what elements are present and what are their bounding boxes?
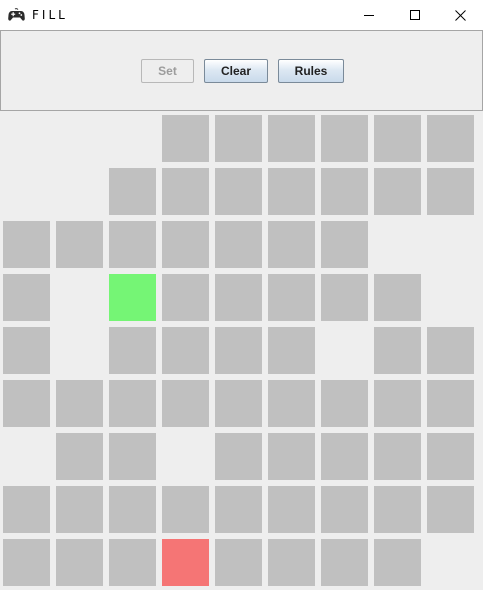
grid-cell-empty[interactable] <box>427 221 474 268</box>
grid-cell[interactable] <box>427 327 474 374</box>
grid-cell[interactable] <box>374 539 421 586</box>
title-bar: FILL <box>0 0 483 30</box>
grid-cell-empty[interactable] <box>56 274 103 321</box>
grid-cell[interactable] <box>56 221 103 268</box>
grid-cell[interactable] <box>109 539 156 586</box>
grid-cell[interactable] <box>215 380 262 427</box>
grid-cell[interactable] <box>321 168 368 215</box>
close-icon <box>454 9 466 21</box>
grid-cell-empty[interactable] <box>56 327 103 374</box>
grid-cell-end[interactable] <box>162 539 209 586</box>
grid-cell[interactable] <box>374 115 421 162</box>
grid-cell[interactable] <box>3 274 50 321</box>
grid-cell[interactable] <box>215 486 262 533</box>
grid-cell[interactable] <box>374 433 421 480</box>
grid-cell-empty[interactable] <box>56 168 103 215</box>
grid-cell[interactable] <box>427 168 474 215</box>
grid-cell[interactable] <box>268 115 315 162</box>
grid-cell[interactable] <box>56 486 103 533</box>
grid-cell[interactable] <box>374 274 421 321</box>
grid-cell[interactable] <box>427 486 474 533</box>
window-title: FILL <box>32 8 68 22</box>
grid-cell-empty[interactable] <box>3 433 50 480</box>
grid-cell[interactable] <box>427 433 474 480</box>
grid-cell[interactable] <box>215 168 262 215</box>
grid-cell[interactable] <box>3 539 50 586</box>
maximize-icon <box>410 10 420 20</box>
grid-cell[interactable] <box>374 486 421 533</box>
grid-cell[interactable] <box>427 380 474 427</box>
grid-cell[interactable] <box>374 380 421 427</box>
grid-cell[interactable] <box>56 380 103 427</box>
grid-cell[interactable] <box>3 221 50 268</box>
grid-cell[interactable] <box>162 486 209 533</box>
grid-cell[interactable] <box>109 327 156 374</box>
grid-cell[interactable] <box>56 539 103 586</box>
clear-button[interactable]: Clear <box>204 59 268 83</box>
grid-cell[interactable] <box>427 115 474 162</box>
grid-cell[interactable] <box>215 327 262 374</box>
grid-cell[interactable] <box>162 274 209 321</box>
grid-cell[interactable] <box>268 221 315 268</box>
grid-cell[interactable] <box>321 115 368 162</box>
grid-cell-start[interactable] <box>109 274 156 321</box>
grid-cell-empty[interactable] <box>56 115 103 162</box>
grid-cell-empty[interactable] <box>162 433 209 480</box>
gamepad-icon <box>8 8 25 21</box>
grid-cell[interactable] <box>321 274 368 321</box>
grid-cell[interactable] <box>56 433 103 480</box>
grid-cell[interactable] <box>162 115 209 162</box>
grid-cell[interactable] <box>109 168 156 215</box>
control-panel: Set Clear Rules <box>0 30 483 111</box>
grid-cell[interactable] <box>162 221 209 268</box>
grid-cell[interactable] <box>321 433 368 480</box>
grid-cell[interactable] <box>109 380 156 427</box>
grid-cell[interactable] <box>268 433 315 480</box>
grid-cell[interactable] <box>268 168 315 215</box>
grid-cell-empty[interactable] <box>109 115 156 162</box>
game-board <box>0 111 483 590</box>
minimize-button[interactable] <box>346 0 392 30</box>
grid-cell[interactable] <box>109 486 156 533</box>
grid-cell[interactable] <box>321 486 368 533</box>
grid-cell[interactable] <box>321 380 368 427</box>
grid-cell[interactable] <box>268 380 315 427</box>
grid-cell-empty[interactable] <box>427 539 474 586</box>
minimize-icon <box>364 15 374 16</box>
grid-cell[interactable] <box>3 327 50 374</box>
grid-cell[interactable] <box>215 433 262 480</box>
grid-cell[interactable] <box>3 380 50 427</box>
grid-cell[interactable] <box>162 168 209 215</box>
maximize-button[interactable] <box>392 0 438 30</box>
close-button[interactable] <box>437 0 483 30</box>
grid-cell[interactable] <box>162 327 209 374</box>
grid-cell-empty[interactable] <box>427 274 474 321</box>
grid-cell[interactable] <box>215 221 262 268</box>
grid-cell[interactable] <box>268 327 315 374</box>
grid-cell[interactable] <box>109 221 156 268</box>
grid-cell-empty[interactable] <box>321 327 368 374</box>
grid-cell-empty[interactable] <box>374 221 421 268</box>
grid-cell[interactable] <box>374 327 421 374</box>
grid-cell[interactable] <box>162 380 209 427</box>
grid-cell[interactable] <box>374 168 421 215</box>
grid-cell[interactable] <box>215 539 262 586</box>
grid-cell-empty[interactable] <box>3 115 50 162</box>
grid-cell[interactable] <box>321 539 368 586</box>
grid-cell[interactable] <box>3 486 50 533</box>
grid-cell[interactable] <box>215 274 262 321</box>
grid-cell[interactable] <box>268 274 315 321</box>
grid-cell[interactable] <box>109 433 156 480</box>
set-button[interactable]: Set <box>141 59 194 83</box>
grid-cell[interactable] <box>215 115 262 162</box>
grid-cell-empty[interactable] <box>3 168 50 215</box>
grid-cell[interactable] <box>321 221 368 268</box>
grid-cell[interactable] <box>268 486 315 533</box>
grid-cell[interactable] <box>268 539 315 586</box>
rules-button[interactable]: Rules <box>278 59 344 83</box>
